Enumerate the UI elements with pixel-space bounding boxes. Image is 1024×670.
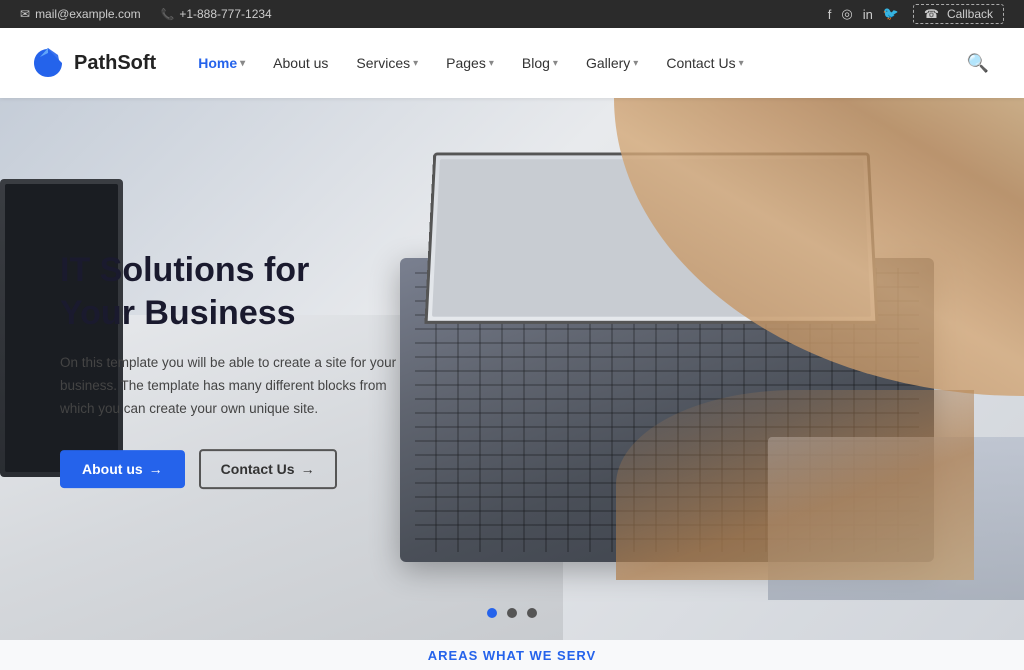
hero-hand-bottom: [616, 390, 974, 580]
slider-dot-3[interactable]: [527, 608, 537, 618]
callback-button[interactable]: Callback: [913, 4, 1004, 24]
about-us-button[interactable]: About us →: [60, 450, 185, 488]
hero-title: IT Solutions for Your Business: [60, 249, 400, 334]
nav-gallery[interactable]: Gallery ▾: [574, 47, 650, 79]
nav-services[interactable]: Services ▾: [344, 47, 430, 79]
email-text: mail@example.com: [35, 7, 141, 21]
hero-title-line2: Your Business: [60, 294, 296, 332]
contact-us-button[interactable]: Contact Us →: [199, 449, 337, 489]
header: PathSoft Home ▾ About us Services ▾ Page…: [0, 28, 1024, 98]
callback-icon: [924, 7, 942, 21]
footer-teaser: AREAS WHAT WE SERV: [0, 640, 1024, 670]
logo-text: PathSoft: [74, 52, 156, 75]
mail-icon: [20, 7, 30, 21]
linkedin-icon[interactable]: in: [863, 7, 873, 22]
social-links: f ◎ in 🐦: [828, 6, 899, 22]
nav-blog-label: Blog: [522, 55, 550, 71]
nav-services-chevron: ▾: [413, 58, 418, 69]
logo-icon: [30, 45, 66, 81]
footer-teaser-text: AREAS WHAT WE SERV: [428, 648, 596, 663]
facebook-icon[interactable]: f: [828, 7, 832, 22]
search-icon[interactable]: 🔍: [962, 48, 994, 79]
contact-us-label: Contact Us: [221, 461, 295, 477]
email-info: mail@example.com: [20, 7, 141, 21]
nav-contact-label: Contact Us: [666, 55, 735, 71]
contact-us-arrow: →: [301, 461, 315, 477]
about-us-arrow: →: [149, 461, 163, 477]
slider-dot-1[interactable]: [487, 608, 497, 618]
nav-contact[interactable]: Contact Us ▾: [654, 47, 755, 79]
main-nav: Home ▾ About us Services ▾ Pages ▾ Blog …: [186, 47, 994, 79]
nav-about[interactable]: About us: [261, 47, 340, 79]
phone-text: +1-888-777-1234: [179, 7, 271, 21]
nav-pages[interactable]: Pages ▾: [434, 47, 506, 79]
twitter-icon[interactable]: 🐦: [883, 6, 899, 22]
hero-section: IT Solutions for Your Business On this t…: [0, 98, 1024, 640]
nav-about-label: About us: [273, 55, 328, 71]
phone-icon: [161, 8, 175, 21]
slider-dots: [487, 608, 537, 618]
phone-info: +1-888-777-1234: [161, 7, 272, 21]
callback-label: Callback: [947, 7, 993, 21]
top-bar: mail@example.com +1-888-777-1234 f ◎ in …: [0, 0, 1024, 28]
hero-title-line1: IT Solutions for: [60, 251, 309, 289]
nav-services-label: Services: [356, 55, 410, 71]
nav-contact-chevron: ▾: [739, 58, 744, 69]
instagram-icon[interactable]: ◎: [841, 6, 852, 22]
nav-blog-chevron: ▾: [553, 58, 558, 69]
nav-gallery-label: Gallery: [586, 55, 630, 71]
hero-buttons: About us → Contact Us →: [60, 449, 400, 489]
nav-home[interactable]: Home ▾: [186, 47, 257, 79]
hero-description: On this template you will be able to cre…: [60, 352, 400, 421]
hero-content: IT Solutions for Your Business On this t…: [60, 249, 400, 489]
nav-home-chevron: ▾: [240, 58, 245, 69]
nav-blog[interactable]: Blog ▾: [510, 47, 570, 79]
nav-pages-chevron: ▾: [489, 58, 494, 69]
top-bar-actions: f ◎ in 🐦 Callback: [828, 4, 1004, 24]
top-bar-contact: mail@example.com +1-888-777-1234: [20, 7, 272, 21]
about-us-label: About us: [82, 461, 143, 477]
slider-dot-2[interactable]: [507, 608, 517, 618]
nav-gallery-chevron: ▾: [633, 58, 638, 69]
nav-pages-label: Pages: [446, 55, 486, 71]
nav-home-label: Home: [198, 55, 237, 71]
logo-link[interactable]: PathSoft: [30, 45, 156, 81]
